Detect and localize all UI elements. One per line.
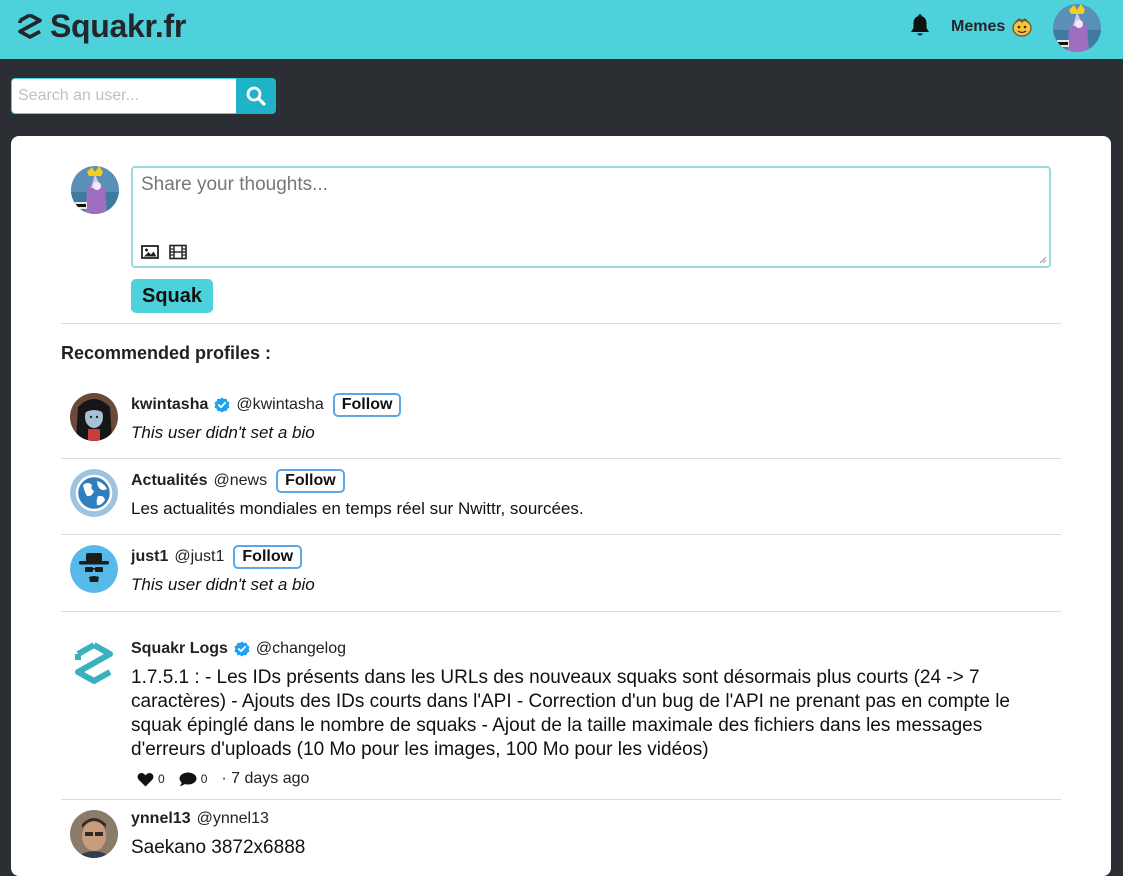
post-timestamp[interactable]: · 7 days ago — [221, 770, 309, 788]
user-avatar[interactable] — [1053, 4, 1101, 52]
post-text: Saekano 3872x6888 — [131, 837, 306, 858]
follow-button[interactable]: Follow — [233, 545, 303, 569]
composer-box — [131, 166, 1051, 268]
avatar[interactable] — [70, 545, 118, 593]
memes-link[interactable]: Memes — [951, 17, 1033, 37]
brand-logo-icon — [18, 13, 42, 39]
profile-name[interactable]: just1 — [131, 548, 168, 566]
avatar[interactable] — [70, 469, 118, 517]
emoji-face-icon — [1012, 18, 1032, 37]
divider — [61, 458, 1061, 459]
avatar-image — [70, 393, 118, 441]
memes-label: Memes — [951, 18, 1006, 35]
search-input[interactable] — [11, 78, 237, 114]
profile-header: Actualités @news Follow — [131, 469, 345, 493]
profile-bio: This user didn't set a bio — [131, 575, 315, 594]
top-navbar: Squakr.fr Memes — [0, 0, 1123, 59]
avatar[interactable] — [70, 810, 118, 858]
squakr-logs-logo-icon — [70, 640, 118, 688]
profile-name[interactable]: kwintasha — [131, 396, 208, 414]
brand-name: Squakr.fr — [50, 8, 187, 44]
like-count: 0 — [158, 772, 165, 786]
notifications-button[interactable] — [909, 14, 931, 43]
profile-name[interactable]: Actualités — [131, 472, 207, 490]
post-text: 1.7.5.1 : - Les IDs présents dans les UR… — [131, 667, 1011, 760]
globe-icon — [70, 469, 118, 517]
image-icon[interactable] — [141, 244, 159, 260]
comment-icon[interactable] — [179, 772, 197, 787]
profile-handle[interactable]: @news — [213, 472, 267, 490]
feed-card: Squak Recommended profiles : kwintasha @… — [11, 136, 1111, 876]
profile-header: just1 @just1 Follow — [131, 545, 303, 569]
verified-check-icon — [234, 641, 250, 657]
divider — [61, 323, 1061, 324]
composer-avatar — [71, 166, 119, 214]
heisenberg-avatar-image — [70, 545, 118, 593]
post-header: Squakr Logs @changelog — [131, 640, 346, 658]
composer-avatar-image — [71, 166, 119, 214]
post-handle[interactable]: @ynnel13 — [197, 810, 269, 828]
avatar[interactable] — [70, 393, 118, 441]
profile-handle[interactable]: @kwintasha — [236, 396, 323, 414]
post-author[interactable]: Squakr Logs — [131, 640, 228, 658]
post-actions: 0 0 · 7 days ago — [137, 770, 309, 788]
divider — [61, 534, 1061, 535]
divider — [61, 611, 1061, 612]
resize-grip-icon[interactable] — [1037, 254, 1047, 264]
post-handle[interactable]: @changelog — [256, 640, 346, 658]
reply-count: 0 — [200, 772, 208, 786]
follow-button[interactable]: Follow — [332, 393, 402, 417]
recommended-title: Recommended profiles : — [61, 343, 272, 363]
brand-link[interactable]: Squakr.fr — [18, 8, 186, 45]
squak-button[interactable]: Squak — [131, 279, 213, 313]
heart-icon[interactable] — [137, 772, 154, 787]
film-icon[interactable] — [169, 244, 187, 260]
user-avatar-image — [1053, 4, 1101, 52]
follow-button[interactable]: Follow — [276, 469, 345, 493]
verified-check-icon — [214, 397, 230, 413]
compose-textarea[interactable] — [133, 168, 1049, 238]
media-toolbar — [141, 244, 187, 260]
profile-handle[interactable]: @just1 — [174, 548, 224, 566]
divider — [61, 799, 1061, 800]
avatar-image — [70, 810, 118, 858]
avatar[interactable] — [70, 640, 118, 688]
post-author[interactable]: ynnel13 — [131, 810, 191, 828]
profile-bio: Les actualités mondiales en temps réel s… — [131, 499, 584, 518]
post-header: ynnel13 @ynnel13 — [131, 810, 269, 828]
search-button[interactable] — [236, 78, 276, 114]
profile-header: kwintasha @kwintasha Follow — [131, 393, 402, 417]
user-search — [11, 78, 276, 114]
search-icon — [246, 86, 266, 106]
profile-bio: This user didn't set a bio — [131, 423, 315, 442]
bell-icon — [911, 14, 929, 36]
